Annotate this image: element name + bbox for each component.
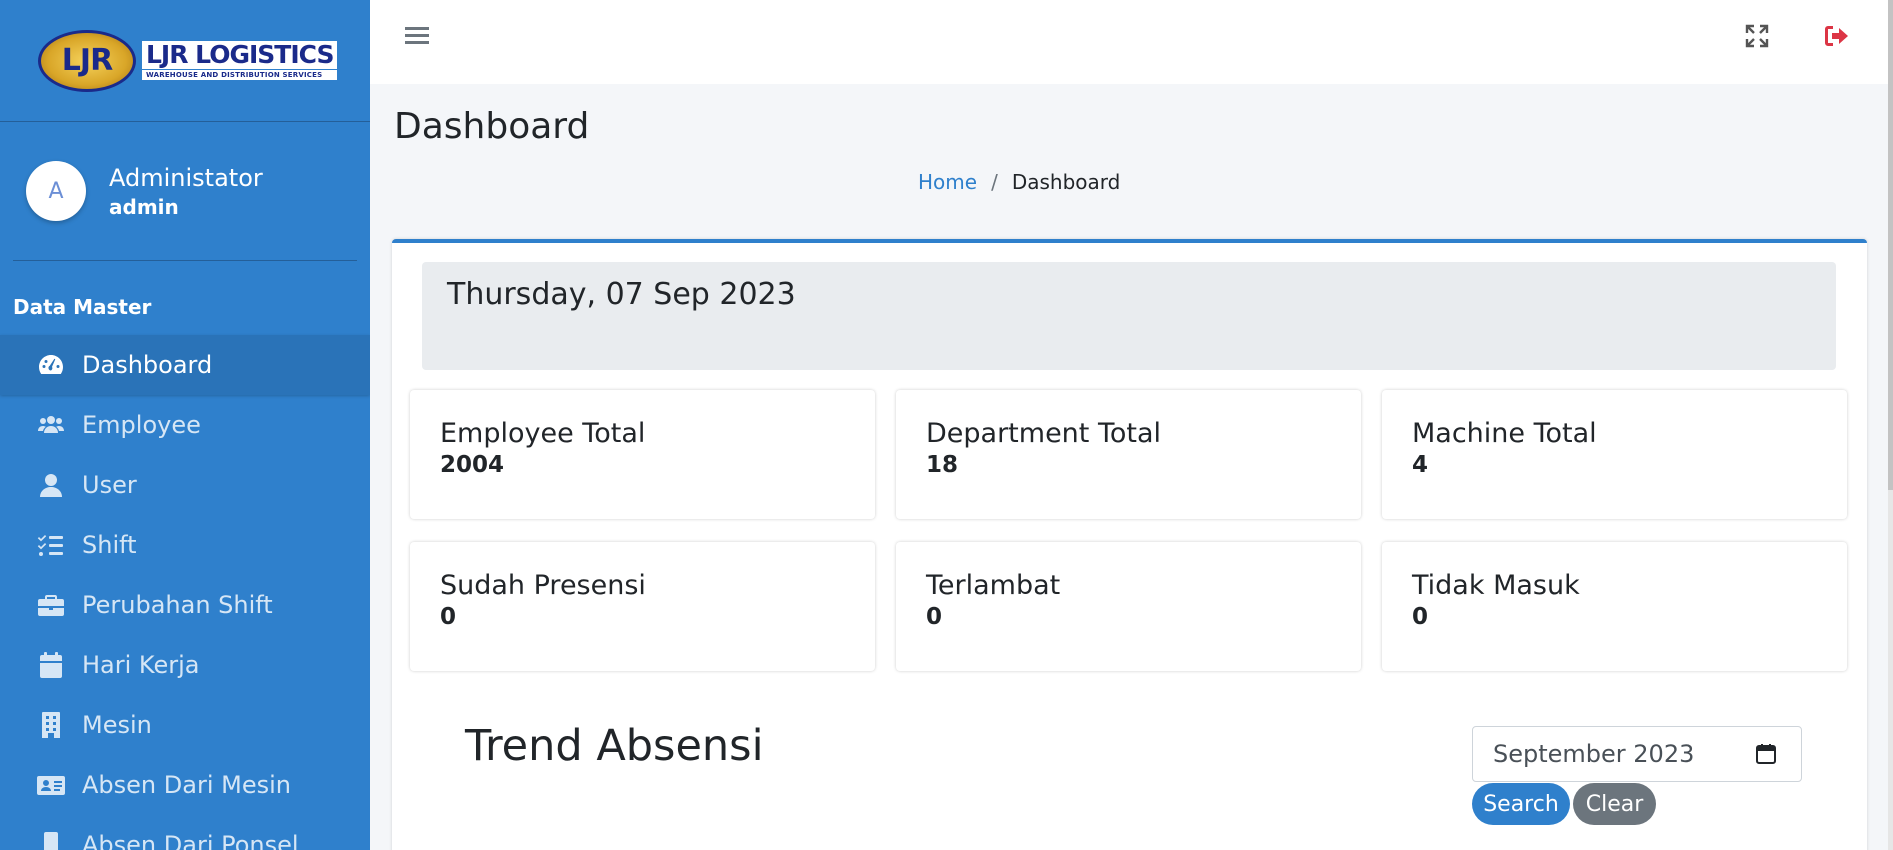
dashboard-card: Thursday, 07 Sep 2023 Employee Total 200… [392, 239, 1867, 850]
stat-value: 0 [440, 604, 457, 630]
stat-value: 2004 [440, 452, 505, 478]
search-button[interactable]: Search [1472, 783, 1570, 825]
company-logo: LJR LJR LOGISTICS WAREHOUSE AND DISTRIBU… [38, 29, 338, 92]
sidebar-item-user[interactable]: User [0, 455, 370, 515]
topbar [370, 0, 1893, 84]
sidebar-item-label: Hari Kerja [82, 651, 200, 679]
stat-value: 18 [926, 452, 959, 478]
user-panel[interactable]: A Administator admin [13, 122, 357, 261]
stat-machine-total: Machine Total 4 [1382, 390, 1847, 519]
breadcrumb: Home / Dashboard [918, 170, 1120, 194]
month-picker-input[interactable]: September 2023 [1472, 726, 1802, 782]
stat-label: Tidak Masuk [1412, 570, 1580, 601]
brand-logo[interactable]: LJR LJR LOGISTICS WAREHOUSE AND DISTRIBU… [0, 0, 370, 122]
logo-initials: LJR [61, 43, 113, 78]
logo-name: LJR LOGISTICS [142, 41, 338, 69]
stat-tidak-masuk: Tidak Masuk 0 [1382, 542, 1847, 671]
sidebar-item-label: Mesin [82, 711, 152, 739]
page-scrollbar[interactable] [1888, 0, 1893, 850]
sidebar-item-employee[interactable]: Employee [0, 395, 370, 455]
page-title: Dashboard [394, 106, 590, 147]
sidebar-item-label: User [82, 471, 137, 499]
stat-employee-total: Employee Total 2004 [410, 390, 875, 519]
user-role: admin [109, 195, 179, 219]
list-check-icon [36, 530, 66, 560]
stat-label: Machine Total [1412, 418, 1597, 449]
fullscreen-icon[interactable] [1745, 24, 1769, 48]
avatar: A [26, 161, 86, 221]
sidebar-item-perubahan-shift[interactable]: Perubahan Shift [0, 575, 370, 635]
sidebar-item-label: Absen Dari Ponsel [82, 831, 299, 850]
stat-value: 4 [1412, 452, 1429, 478]
main-content: Dashboard Home / Dashboard Thursday, 07 … [370, 84, 1893, 850]
stat-label: Department Total [926, 418, 1162, 449]
current-date: Thursday, 07 Sep 2023 [447, 277, 796, 312]
sidebar-item-absen-dari-ponsel[interactable]: Absen Dari Ponsel [0, 815, 370, 850]
date-banner: Thursday, 07 Sep 2023 [422, 262, 1836, 370]
sidebar-item-dashboard[interactable]: Dashboard [0, 335, 370, 395]
sidebar-item-label: Dashboard [82, 351, 213, 379]
sidebar-item-mesin[interactable]: Mesin [0, 695, 370, 755]
breadcrumb-separator: / [991, 170, 998, 194]
clear-button[interactable]: Clear [1573, 783, 1656, 825]
stat-department-total: Department Total 18 [896, 390, 1361, 519]
menu-toggle-icon[interactable] [405, 24, 429, 48]
calendar-picker-icon[interactable] [1755, 743, 1777, 765]
stat-label: Terlambat [926, 570, 1061, 601]
sidebar-item-hari-kerja[interactable]: Hari Kerja [0, 635, 370, 695]
sidebar-nav: Dashboard Employee User Shift Perubahan … [0, 335, 370, 850]
nav-section-header: Data Master [13, 295, 152, 319]
stat-label: Employee Total [440, 418, 646, 449]
sidebar-item-label: Employee [82, 411, 201, 439]
trend-title: Trend Absensi [465, 721, 764, 771]
users-icon [36, 410, 66, 440]
logo-emblem: LJR [38, 29, 136, 92]
stat-terlambat: Terlambat 0 [896, 542, 1361, 671]
mobile-icon [36, 830, 66, 850]
stat-value: 0 [926, 604, 943, 630]
sidebar: LJR LJR LOGISTICS WAREHOUSE AND DISTRIBU… [0, 0, 370, 850]
sidebar-item-label: Perubahan Shift [82, 591, 273, 619]
sidebar-item-absen-dari-mesin[interactable]: Absen Dari Mesin [0, 755, 370, 815]
stat-value: 0 [1412, 604, 1429, 630]
building-icon [36, 710, 66, 740]
id-card-icon [36, 770, 66, 800]
briefcase-icon [36, 590, 66, 620]
sidebar-item-label: Absen Dari Mesin [82, 771, 291, 799]
calendar-icon [36, 650, 66, 680]
month-picker-value: September 2023 [1493, 740, 1695, 768]
breadcrumb-current: Dashboard [1011, 170, 1121, 194]
logo-tagline: WAREHOUSE AND DISTRIBUTION SERVICES [142, 70, 338, 80]
breadcrumb-home-link[interactable]: Home [918, 170, 977, 194]
tachometer-icon [36, 350, 66, 380]
user-icon [36, 470, 66, 500]
scrollbar-thumb[interactable] [1888, 0, 1893, 490]
stat-label: Sudah Presensi [440, 570, 646, 601]
user-name: Administator [109, 164, 263, 192]
logout-icon[interactable] [1824, 24, 1850, 48]
stat-sudah-presensi: Sudah Presensi 0 [410, 542, 875, 671]
sidebar-item-shift[interactable]: Shift [0, 515, 370, 575]
sidebar-item-label: Shift [82, 531, 137, 559]
